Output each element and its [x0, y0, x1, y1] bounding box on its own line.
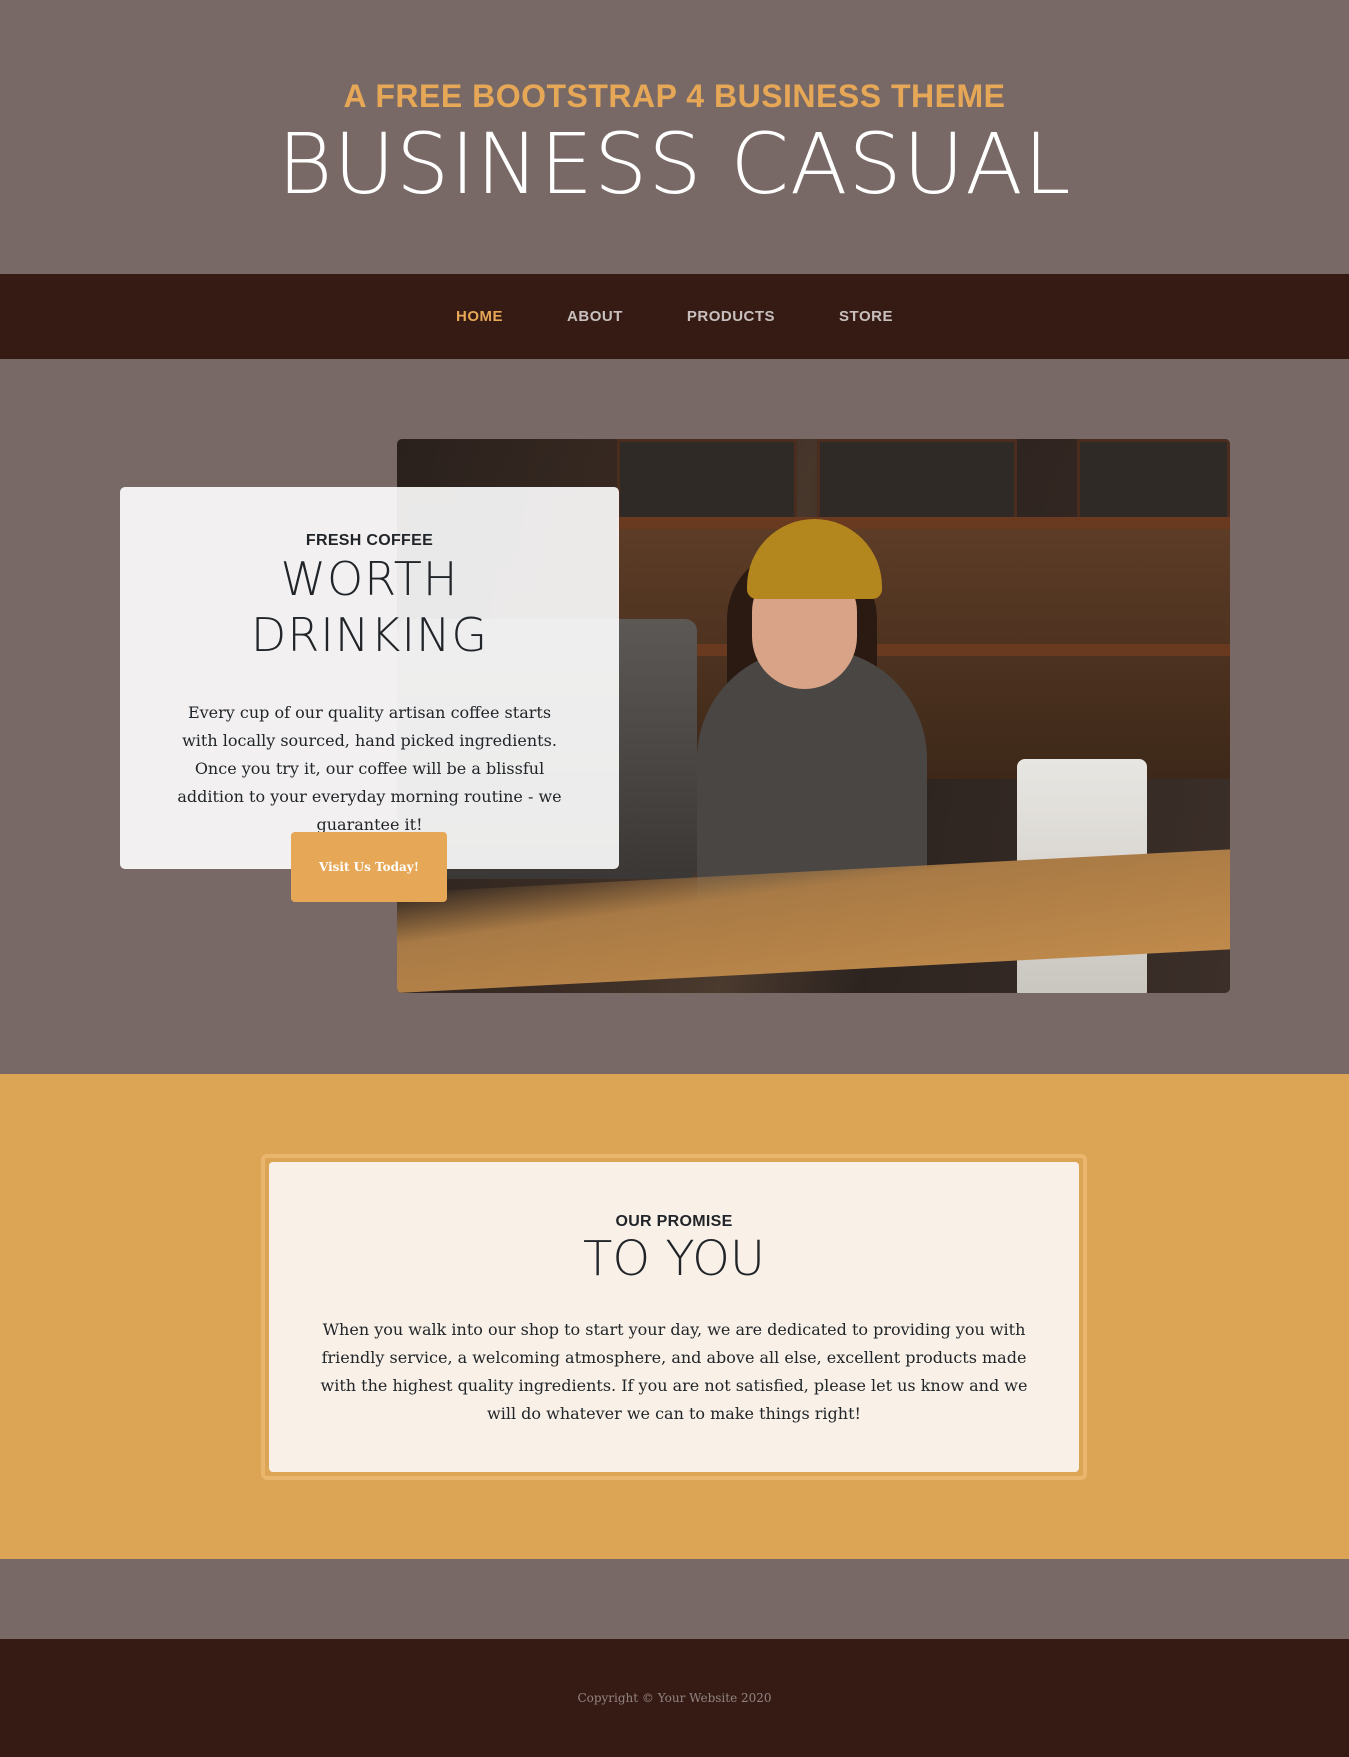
site-header: A FREE BOOTSTRAP 4 BUSINESS THEME BUSINE… — [0, 0, 1349, 274]
intro-card: FRESH COFFEE WORTH DRINKING Every cup of… — [120, 487, 619, 869]
chalkboard-decor — [1077, 439, 1230, 527]
promise-frame: OUR PROMISE TO YOU When you walk into ou… — [261, 1154, 1087, 1480]
nav-list: HOME ABOUT PRODUCTS STORE — [0, 274, 1349, 359]
site-title: BUSINESS CASUAL — [277, 115, 1072, 213]
site-footer: Copyright © Your Website 2020 — [0, 1639, 1349, 1757]
chalkboard-decor — [817, 439, 1017, 527]
nav-item-about[interactable]: ABOUT — [535, 308, 655, 325]
nav-item-products[interactable]: PRODUCTS — [655, 308, 807, 325]
chalkboard-decor — [617, 439, 797, 527]
copyright-text: Copyright © Your Website 2020 — [577, 1691, 772, 1705]
promise-heading-lower: OUR PROMISE — [615, 1213, 733, 1230]
site-subtitle: A FREE BOOTSTRAP 4 BUSINESS THEME — [343, 78, 1006, 114]
nav-item-store[interactable]: STORE — [807, 308, 925, 325]
main-navbar: HOME ABOUT PRODUCTS STORE — [0, 274, 1349, 359]
promise-card: OUR PROMISE TO YOU When you walk into ou… — [269, 1162, 1079, 1472]
shelf-decor — [617, 644, 1230, 656]
intro-heading-upper-line1: WORTH — [280, 552, 459, 606]
shelf-decor — [617, 517, 1230, 529]
nav-item-home[interactable]: HOME — [424, 308, 535, 325]
promise-body-text: When you walk into our shop to start you… — [320, 1320, 1028, 1423]
intro-heading-upper-line2: DRINKING — [250, 608, 489, 662]
promise-section: OUR PROMISE TO YOU When you walk into ou… — [0, 1074, 1349, 1559]
promise-heading-upper: TO YOU — [583, 1231, 765, 1287]
intro-heading-lower: FRESH COFFEE — [305, 532, 434, 549]
visit-us-button[interactable]: Visit Us Today! — [291, 832, 447, 902]
intro-body-text: Every cup of our quality artisan coffee … — [177, 703, 562, 834]
